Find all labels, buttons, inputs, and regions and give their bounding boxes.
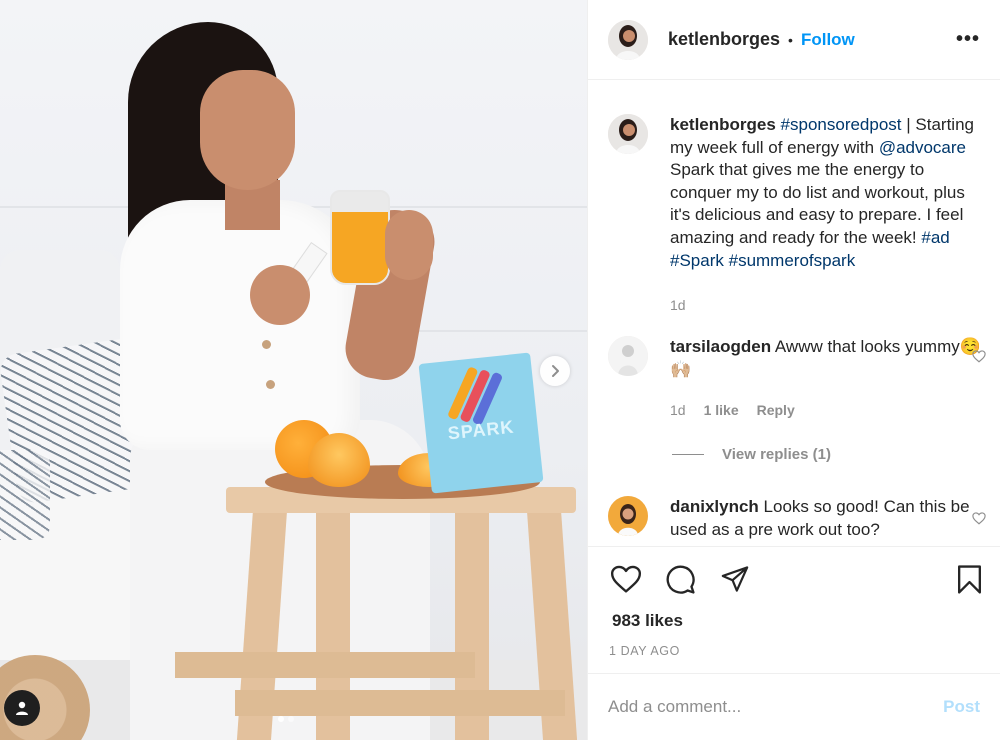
- commenter-avatar[interactable]: [608, 336, 648, 376]
- caption-time[interactable]: 1d: [670, 294, 686, 317]
- author-username[interactable]: ketlenborges: [668, 29, 780, 50]
- avatar-image: [608, 19, 648, 60]
- comment-text: danixlynch Looks so good! Can this be us…: [670, 496, 988, 541]
- caption-body: ketlenborges #sponsoredpost | Starting m…: [670, 114, 988, 317]
- avatar-image: [608, 336, 648, 376]
- post-comment-button[interactable]: Post: [943, 697, 980, 717]
- follow-button[interactable]: Follow: [801, 30, 855, 50]
- like-comment-heart-icon[interactable]: [972, 512, 986, 525]
- person-face: [200, 70, 295, 190]
- commenter-avatar[interactable]: [608, 496, 648, 536]
- heart-icon[interactable]: [610, 565, 642, 594]
- author-avatar[interactable]: [608, 19, 648, 60]
- hashtag-link[interactable]: #summerofspark: [729, 251, 856, 270]
- more-options-icon[interactable]: •••: [956, 28, 980, 51]
- caption-text: ketlenborges #sponsoredpost | Starting m…: [670, 114, 988, 272]
- comment-icon[interactable]: [665, 564, 696, 595]
- post-actions: 983 likes: [588, 546, 1000, 640]
- comments-list[interactable]: ketlenborges #sponsoredpost | Starting m…: [588, 80, 1000, 546]
- post-side-panel: ketlenborges • Follow ••• ketlenborges #…: [587, 0, 1000, 740]
- comment-text: tarsilaogden Awww that looks yummy☺️🙌🏼: [670, 336, 988, 381]
- shirt-button: [262, 340, 271, 349]
- comment-username[interactable]: danixlynch: [670, 497, 759, 516]
- paper-plane-icon[interactable]: [720, 565, 750, 593]
- mention-link[interactable]: @advocare: [879, 138, 966, 157]
- stool-rung: [235, 690, 565, 716]
- comment-meta: 1d 1 like Reply: [670, 399, 988, 422]
- comment-username[interactable]: tarsilaogden: [670, 337, 771, 356]
- view-replies-label[interactable]: View replies (1): [722, 446, 831, 463]
- carousel-dot: [288, 716, 294, 722]
- replies-divider: [672, 454, 704, 455]
- person-torso: [120, 200, 360, 450]
- product-label: SPARK: [446, 416, 516, 444]
- comment-item: danixlynch Looks so good! Can this be us…: [608, 496, 988, 541]
- caption-username[interactable]: ketlenborges: [670, 115, 776, 134]
- reply-button[interactable]: Reply: [757, 399, 795, 422]
- person-hand: [250, 265, 310, 325]
- avatar-image: [608, 114, 648, 154]
- post-date[interactable]: 1 DAY AGO: [609, 644, 680, 658]
- bookmark-icon[interactable]: [956, 564, 983, 595]
- caption-meta: 1d: [670, 294, 988, 317]
- comment-likes[interactable]: 1 like: [704, 399, 739, 422]
- product-box: SPARK: [418, 352, 544, 494]
- hashtag-link[interactable]: #ad: [921, 228, 949, 247]
- chevron-right-icon: [552, 365, 559, 377]
- post-photo[interactable]: SPARK: [0, 0, 587, 740]
- tagged-users-button[interactable]: [4, 690, 40, 726]
- carousel-dots: [278, 716, 294, 722]
- comment-time[interactable]: 1d: [670, 399, 686, 422]
- hashtag-link[interactable]: #sponsoredpost: [781, 115, 902, 134]
- view-replies-button[interactable]: View replies (1): [672, 446, 831, 463]
- add-comment-bar: Post: [588, 673, 1000, 740]
- juice-jar: [330, 190, 390, 285]
- user-tag-icon: [16, 701, 28, 715]
- comment-body: tarsilaogden Awww that looks yummy☺️🙌🏼 1…: [670, 336, 988, 422]
- striped-pillow: [0, 450, 50, 540]
- post-header: ketlenborges • Follow •••: [588, 0, 1000, 80]
- likes-count[interactable]: 983 likes: [612, 611, 683, 631]
- carousel-dot: [278, 716, 284, 722]
- carousel-next-button[interactable]: [540, 356, 570, 386]
- comment-body: danixlynch Looks so good! Can this be us…: [670, 496, 988, 541]
- comment-content: Awww that looks yummy: [774, 337, 960, 356]
- like-comment-heart-icon[interactable]: [972, 350, 986, 363]
- avatar-image: [608, 496, 648, 536]
- shirt-button: [266, 380, 275, 389]
- comment-item: tarsilaogden Awww that looks yummy☺️🙌🏼 1…: [608, 336, 988, 422]
- author-avatar[interactable]: [608, 114, 648, 154]
- stool-rung: [175, 652, 475, 678]
- header-separator: •: [788, 31, 793, 48]
- comment-input[interactable]: [608, 697, 944, 717]
- hashtag-link[interactable]: #Spark: [670, 251, 724, 270]
- caption: ketlenborges #sponsoredpost | Starting m…: [608, 114, 988, 317]
- person-hand: [385, 210, 433, 280]
